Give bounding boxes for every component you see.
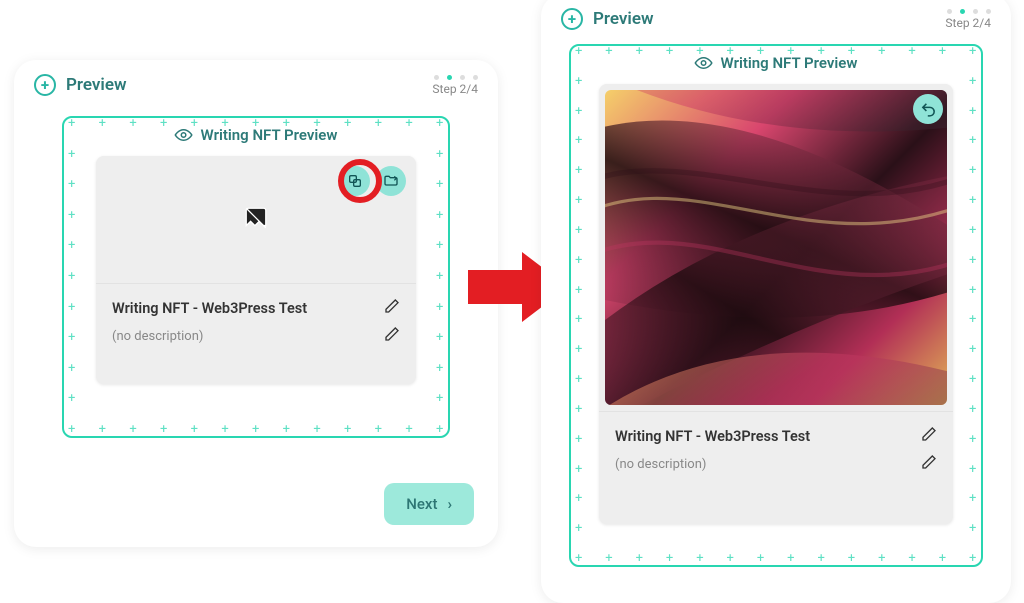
step-dot	[434, 75, 439, 80]
step-text: Step 2/4	[432, 82, 478, 96]
step-dot-active	[960, 9, 965, 14]
panel-header: + Preview Step 2/4	[14, 60, 498, 104]
step-dot	[947, 9, 952, 14]
page-title: Preview	[593, 9, 654, 29]
preview-panel-after: + Preview Step 2/4 Writing NFT Preview	[541, 0, 1011, 603]
plus-circle-icon: +	[561, 8, 583, 30]
preview-caption: Writing NFT Preview	[685, 54, 868, 72]
card-title: Writing NFT - Web3Press Test	[615, 428, 810, 445]
page-title: Preview	[66, 75, 127, 95]
eye-icon	[695, 54, 713, 72]
eye-icon	[175, 126, 193, 144]
broken-image-icon	[243, 205, 269, 235]
preview-panel-before: + Preview Step 2/4 Writing NFT Preview	[14, 60, 498, 547]
pencil-icon[interactable]	[921, 426, 937, 446]
preview-box: Writing NFT Preview	[569, 44, 983, 567]
upload-image-button[interactable]	[376, 166, 406, 196]
panel-header: + Preview Step 2/4	[541, 0, 1011, 38]
undo-image-button[interactable]	[913, 94, 943, 124]
step-dot	[973, 9, 978, 14]
card-title-row: Writing NFT - Web3Press Test	[112, 294, 400, 322]
card-image-area	[96, 156, 416, 284]
card-title: Writing NFT - Web3Press Test	[112, 300, 307, 317]
panel-title-wrap: + Preview	[561, 8, 654, 30]
chevron-right-icon: ›	[447, 495, 452, 513]
pencil-icon[interactable]	[384, 326, 400, 346]
step-dot	[473, 75, 478, 80]
step-text: Step 2/4	[945, 16, 991, 30]
step-dots	[945, 9, 991, 14]
card-description: (no description)	[112, 329, 203, 344]
preview-caption-text: Writing NFT Preview	[721, 54, 858, 72]
card-description: (no description)	[615, 457, 706, 472]
nft-card: Writing NFT - Web3Press Test (no descrip…	[599, 84, 953, 524]
step-dot	[460, 75, 465, 80]
card-corner-actions	[913, 94, 943, 124]
preview-box: Writing NFT Preview Wri	[62, 116, 450, 438]
nft-card: Writing NFT - Web3Press Test (no descrip…	[96, 156, 416, 384]
plus-circle-icon: +	[34, 74, 56, 96]
card-meta: Writing NFT - Web3Press Test (no descrip…	[96, 284, 416, 362]
panel-title-wrap: + Preview	[34, 74, 127, 96]
preview-caption-text: Writing NFT Preview	[201, 126, 338, 144]
step-dot-active	[447, 75, 452, 80]
card-corner-actions	[340, 166, 406, 196]
card-description-row: (no description)	[615, 450, 937, 478]
step-indicator: Step 2/4	[945, 9, 991, 30]
card-description-row: (no description)	[112, 322, 400, 350]
preview-caption: Writing NFT Preview	[165, 126, 348, 144]
step-indicator: Step 2/4	[432, 75, 478, 96]
pencil-icon[interactable]	[384, 298, 400, 318]
next-button-label: Next	[406, 495, 437, 513]
generated-artwork	[605, 90, 947, 405]
pencil-icon[interactable]	[921, 454, 937, 474]
step-dots	[432, 75, 478, 80]
card-meta: Writing NFT - Web3Press Test (no descrip…	[599, 412, 953, 490]
next-button[interactable]: Next ›	[384, 483, 474, 525]
card-image-area	[599, 84, 953, 412]
regenerate-image-button[interactable]	[340, 166, 370, 196]
step-dot	[986, 9, 991, 14]
card-title-row: Writing NFT - Web3Press Test	[615, 422, 937, 450]
